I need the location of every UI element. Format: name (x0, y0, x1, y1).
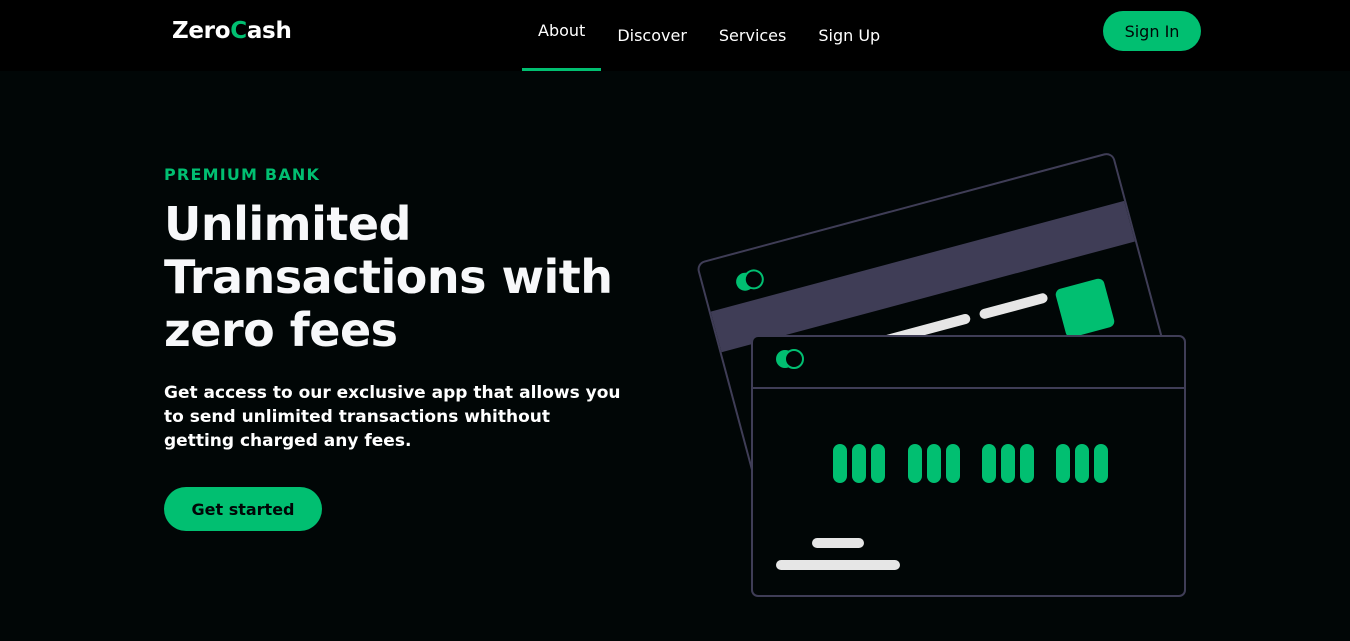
nav-link-about[interactable]: About (522, 0, 602, 71)
get-started-button[interactable]: Get started (164, 487, 322, 531)
cardholder-line (812, 538, 864, 548)
hero-subtitle: Get access to our exclusive app that all… (164, 383, 621, 451)
logo-text-part2: ash (246, 18, 292, 44)
cardholder-line (776, 560, 900, 570)
card-logo-icon (776, 349, 804, 369)
sign-in-button[interactable]: Sign In (1103, 11, 1201, 51)
nav-link-sign-up[interactable]: Sign Up (802, 0, 896, 71)
logo-text-accent: C (230, 18, 247, 44)
navbar: ZeroCash About Discover Services Sign Up… (0, 0, 1350, 71)
nav-link-services[interactable]: Services (703, 0, 802, 71)
logo[interactable]: ZeroCash (172, 18, 292, 44)
nav-link-discover[interactable]: Discover (601, 0, 703, 71)
hero-eyebrow: Premium Bank (164, 165, 321, 184)
hero-headline: Unlimited Transactions with zero fees (164, 197, 613, 357)
credit-cards-illustration (697, 153, 1186, 597)
logo-text-part1: Zero (172, 18, 231, 44)
nav-menu: About Discover Services Sign Up (522, 0, 896, 71)
front-card (751, 335, 1186, 597)
